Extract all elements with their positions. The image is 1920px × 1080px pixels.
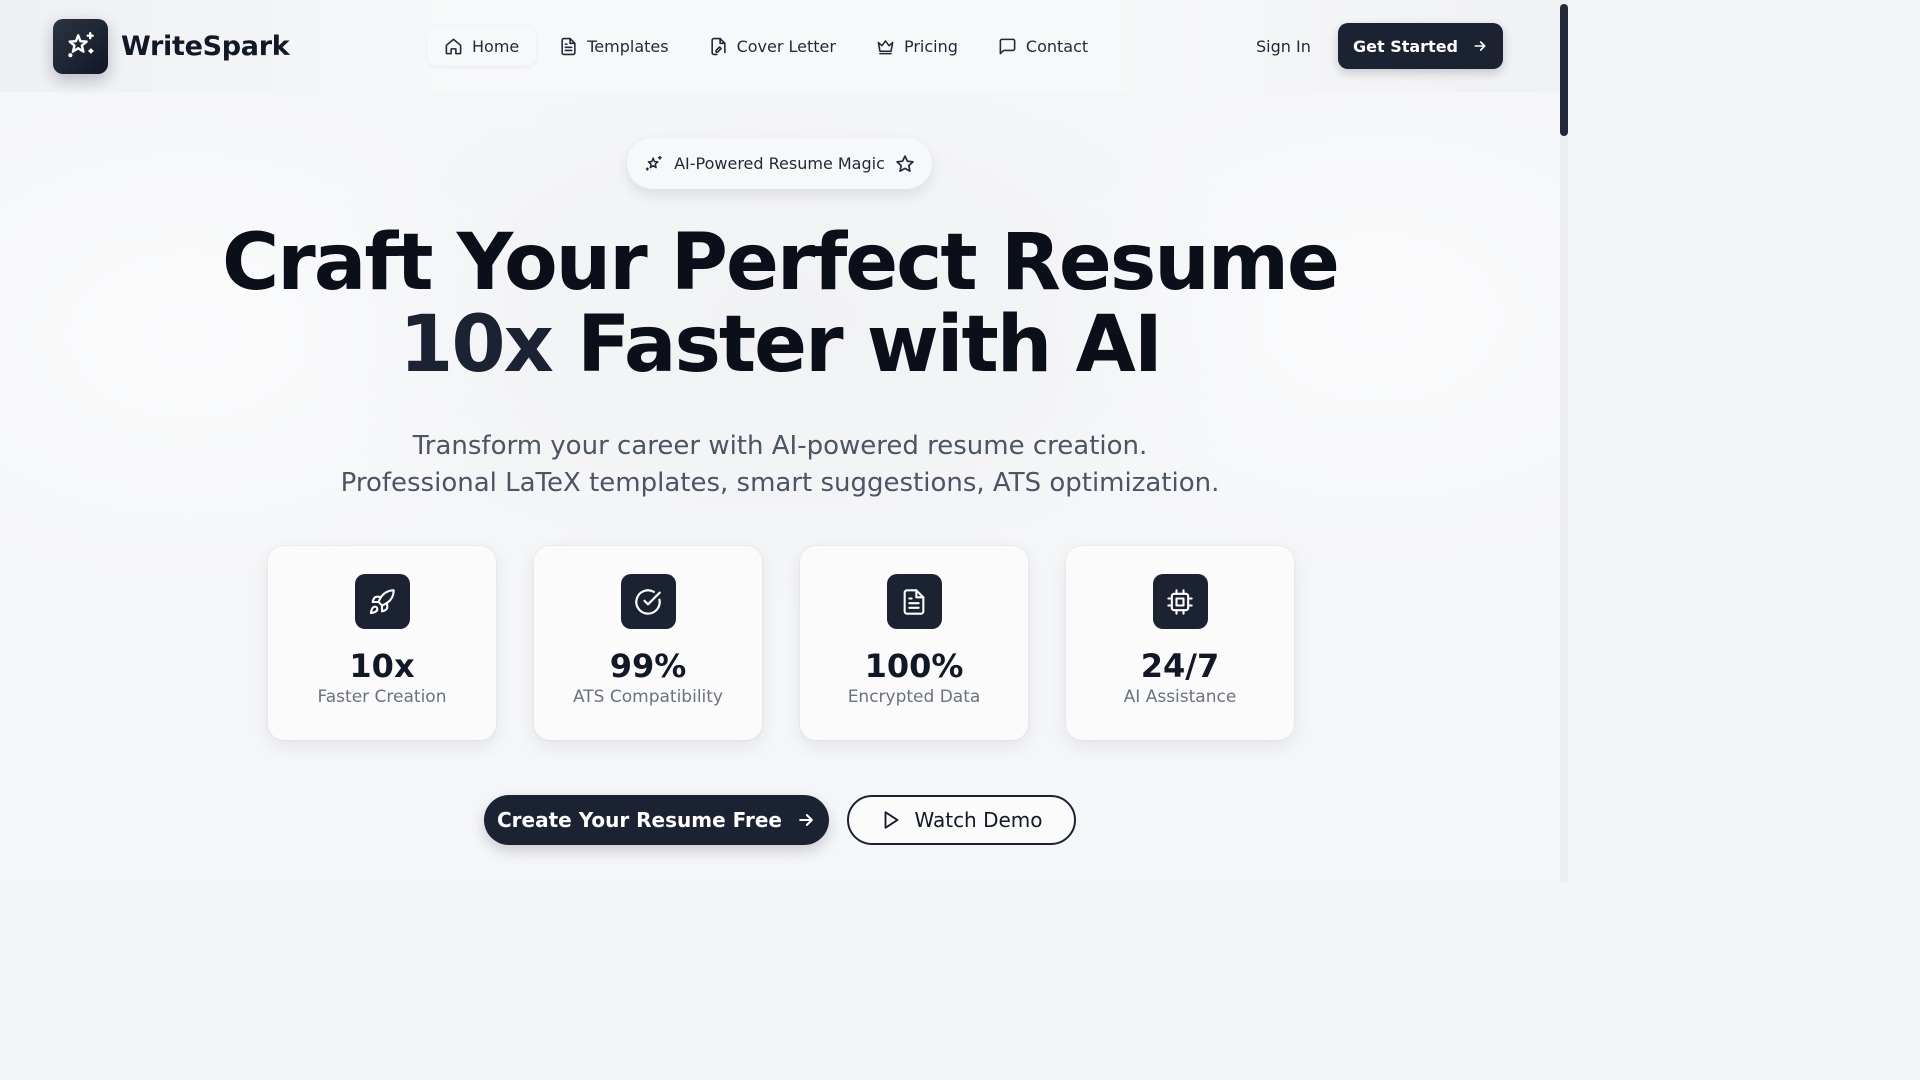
scrollbar-thumb[interactable] xyxy=(1560,4,1568,136)
stat-value: 10x xyxy=(349,647,415,685)
brand-name: WriteSpark xyxy=(121,30,290,62)
stat-label: ATS Compatibility xyxy=(572,687,723,707)
sign-in-link[interactable]: Sign In xyxy=(1240,26,1327,66)
page-scrollbar[interactable] xyxy=(1560,0,1568,882)
site-header: WriteSpark Home Templates Cover Letter P… xyxy=(0,0,1560,92)
hero-subtitle-line2: Professional LaTeX templates, smart sugg… xyxy=(340,468,1220,498)
stat-label: AI Assistance xyxy=(1123,687,1237,707)
home-icon xyxy=(445,38,462,54)
stat-card-ats: 99% ATS Compatibility xyxy=(534,546,762,740)
crown-icon xyxy=(877,39,894,54)
stat-label: Encrypted Data xyxy=(847,687,981,707)
sparkles-icon xyxy=(53,18,108,74)
hero-badge-label: AI-Powered Resume Magic xyxy=(674,154,885,173)
play-icon xyxy=(885,811,899,829)
watch-demo-label: Watch Demo xyxy=(914,808,1043,832)
rocket-icon xyxy=(354,574,410,629)
arrow-right-icon xyxy=(799,814,813,826)
nav-label-home: Home xyxy=(472,36,520,56)
hero-title-accent: 10x xyxy=(399,300,554,390)
nav-label-pricing: Pricing xyxy=(903,36,958,56)
stat-card-assistance: 24/7 AI Assistance xyxy=(1066,546,1294,740)
get-started-label: Get Started xyxy=(1352,36,1458,56)
check-circle-icon xyxy=(620,574,676,629)
create-resume-label: Create Your Resume Free xyxy=(497,808,782,832)
nav-label-cover-letter: Cover Letter xyxy=(736,36,836,56)
get-started-button[interactable]: Get Started xyxy=(1338,23,1503,69)
stat-value: 99% xyxy=(609,647,687,685)
hero-subtitle: Transform your career with AI-powered re… xyxy=(0,428,1560,502)
stat-card-speed: 10x Faster Creation xyxy=(268,546,496,740)
arrow-right-icon xyxy=(1474,41,1486,51)
stat-value: 100% xyxy=(864,647,964,685)
nav-item-home[interactable]: Home xyxy=(427,26,537,66)
stat-card-encryption: 100% Encrypted Data xyxy=(800,546,1028,740)
file-text-icon xyxy=(886,574,942,629)
watch-demo-button[interactable]: Watch Demo xyxy=(847,795,1076,845)
file-text-icon xyxy=(561,37,576,55)
cpu-icon xyxy=(1152,574,1208,629)
file-signature-icon xyxy=(710,37,726,55)
stat-value: 24/7 xyxy=(1140,647,1220,685)
nav-label-templates: Templates xyxy=(587,36,669,56)
star-icon xyxy=(896,154,914,172)
nav-item-templates[interactable]: Templates xyxy=(542,26,685,66)
stats-row: 10x Faster Creation 99% ATS Compatibilit… xyxy=(268,546,1294,740)
nav-item-pricing[interactable]: Pricing xyxy=(859,26,975,66)
create-resume-button[interactable]: Create Your Resume Free xyxy=(484,795,829,845)
nav-label-contact: Contact xyxy=(1025,36,1089,56)
nav-item-cover-letter[interactable]: Cover Letter xyxy=(692,26,853,66)
hero-title-line2: Faster with AI xyxy=(551,300,1163,390)
nav-item-contact[interactable]: Contact xyxy=(981,26,1105,66)
hero-title: Craft Your Perfect Resume 10x Faster wit… xyxy=(0,222,1560,386)
stat-label: Faster Creation xyxy=(317,687,447,707)
brand-logo[interactable]: WriteSpark xyxy=(53,18,290,74)
sparkle-icon xyxy=(645,155,662,171)
hero-badge: AI-Powered Resume Magic xyxy=(627,138,932,189)
hero-subtitle-line1: Transform your career with AI-powered re… xyxy=(412,431,1148,461)
message-square-icon xyxy=(999,38,1016,54)
hero-title-line1: Craft Your Perfect Resume xyxy=(222,218,1340,308)
main-nav: Home Templates Cover Letter Pricing Cont… xyxy=(427,26,1105,66)
